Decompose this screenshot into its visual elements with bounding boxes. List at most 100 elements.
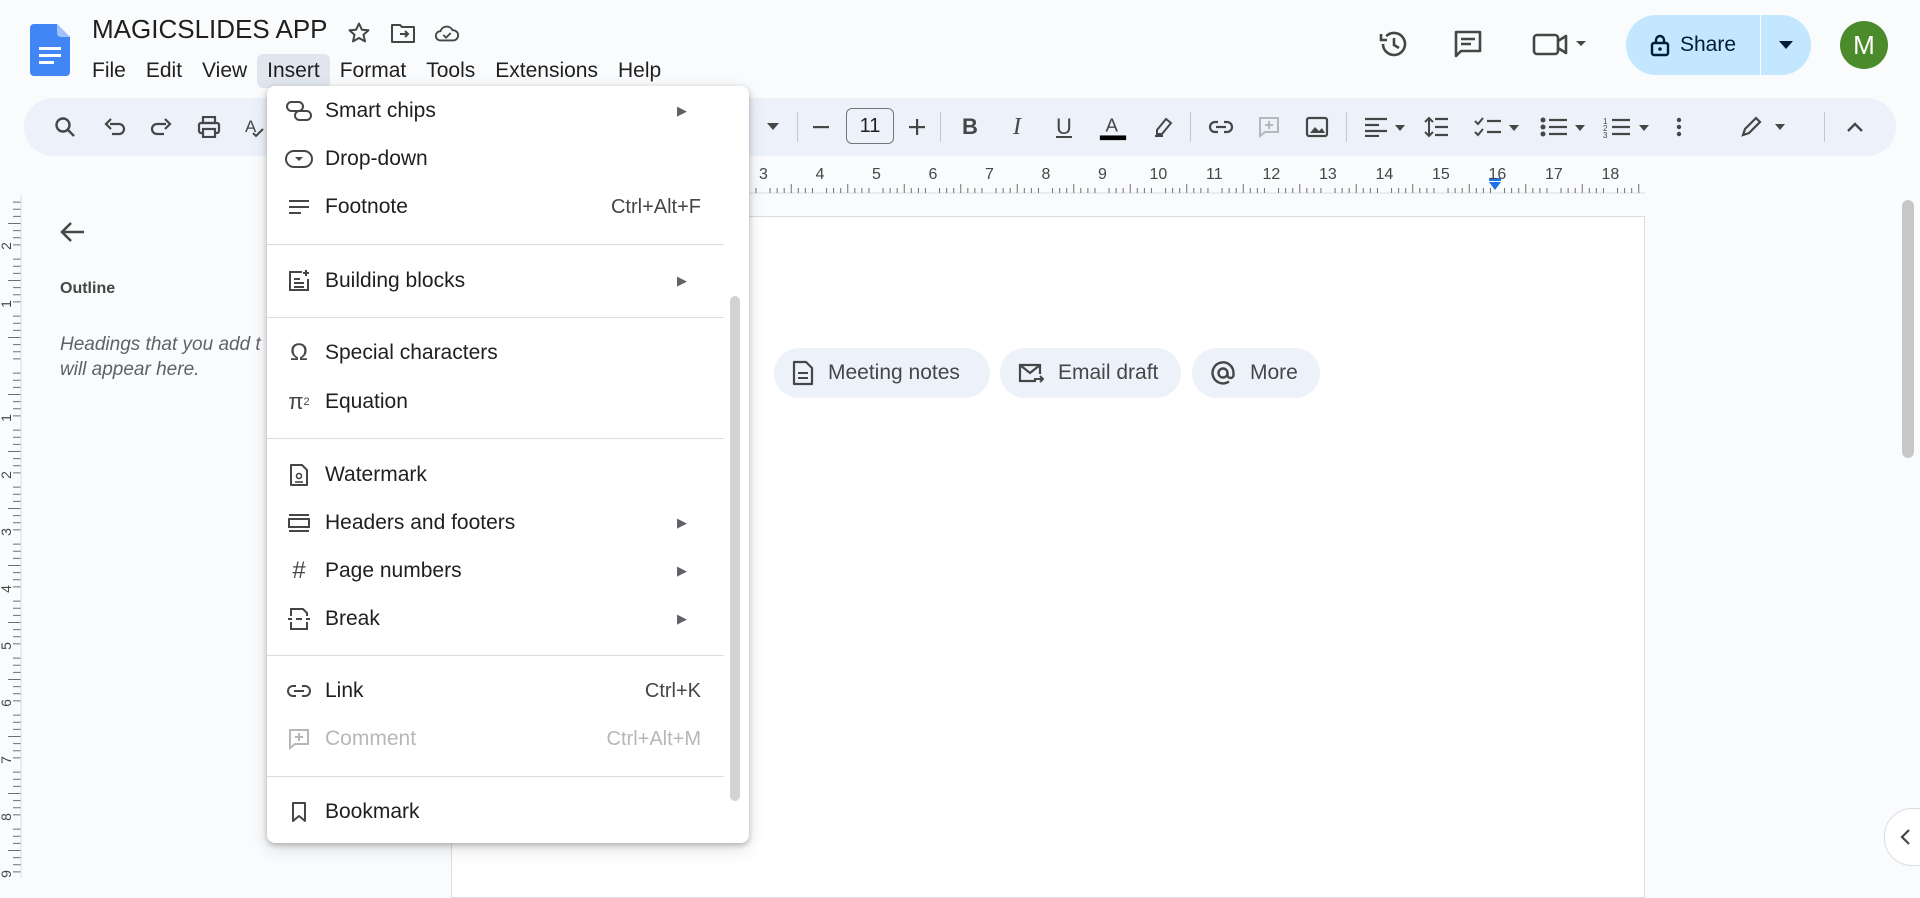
ruler-number: 8 — [1041, 166, 1051, 183]
smart-chips-icon — [285, 97, 313, 125]
numbered-list-icon[interactable]: 123 — [1602, 112, 1654, 142]
italic-icon[interactable]: I — [1002, 112, 1032, 142]
more-chip[interactable]: More — [1192, 348, 1320, 398]
chevron-left-icon — [1900, 829, 1910, 845]
highlight-color-icon[interactable] — [1148, 112, 1178, 142]
add-comment-toolbar-icon[interactable] — [1254, 112, 1284, 142]
vertical-ruler-number: 2 — [0, 471, 14, 479]
email-draft-chip[interactable]: Email draft — [1000, 348, 1181, 398]
vertical-ruler-number: 3 — [0, 528, 14, 536]
underline-icon[interactable]: U — [1049, 112, 1079, 142]
ruler-number: 16 — [1488, 166, 1507, 183]
dropdown-chip-icon — [285, 145, 313, 173]
menu-extensions[interactable]: Extensions — [485, 54, 608, 88]
document-scrollbar[interactable] — [1902, 200, 1914, 458]
line-spacing-icon[interactable] — [1422, 112, 1452, 142]
ruler-number: 15 — [1432, 166, 1450, 183]
increase-font-size-icon[interactable] — [902, 112, 932, 142]
bold-icon[interactable]: B — [955, 112, 985, 142]
meeting-notes-chip[interactable]: Meeting notes — [774, 348, 990, 398]
submenu-arrow-icon: ▶ — [677, 563, 687, 578]
editing-mode-icon[interactable] — [1738, 112, 1790, 142]
footnote-icon — [285, 193, 313, 221]
menu-edit[interactable]: Edit — [136, 54, 192, 88]
menu-item-comment[interactable]: Comment Ctrl+Alt+M — [267, 717, 729, 761]
vertical-ruler[interactable] — [0, 195, 22, 878]
star-icon[interactable] — [346, 20, 372, 46]
bookmark-icon — [285, 798, 313, 826]
more-options-icon[interactable] — [1664, 112, 1694, 142]
meet-icon[interactable] — [1528, 22, 1592, 66]
break-icon — [285, 605, 313, 633]
menu-help[interactable]: Help — [608, 54, 671, 88]
at-icon — [1211, 361, 1235, 385]
avatar[interactable]: M — [1840, 21, 1888, 69]
menu-file[interactable]: File — [82, 54, 136, 88]
ruler-number: 10 — [1149, 166, 1168, 183]
menu-tools[interactable]: Tools — [416, 54, 485, 88]
menu-item-break[interactable]: Break ▶ — [267, 597, 729, 641]
menu-format[interactable]: Format — [330, 54, 417, 88]
vertical-ruler-number: 1 — [0, 414, 14, 422]
ruler-number: 13 — [1319, 166, 1337, 183]
menu-item-bookmark[interactable]: Bookmark — [267, 790, 729, 834]
menu-scrollbar[interactable] — [730, 296, 740, 801]
vertical-ruler-number: 1 — [0, 300, 14, 308]
cloud-status-icon[interactable] — [434, 20, 460, 46]
version-history-icon[interactable] — [1372, 22, 1416, 66]
move-folder-icon[interactable] — [390, 20, 416, 46]
menu-item-drop-down[interactable]: Drop-down — [267, 137, 729, 181]
lock-icon — [1650, 34, 1670, 57]
svg-text:A: A — [245, 117, 257, 136]
side-panel-toggle[interactable] — [1884, 808, 1920, 866]
menu-item-footnote[interactable]: Footnote Ctrl+Alt+F — [267, 185, 729, 229]
font-dropdown-caret-icon[interactable] — [758, 112, 788, 142]
menu-view[interactable]: View — [192, 54, 257, 88]
checklist-icon[interactable] — [1472, 112, 1524, 142]
undo-icon[interactable] — [100, 112, 130, 142]
ruler-number: 7 — [985, 166, 994, 183]
menu-item-page-numbers[interactable]: # Page numbers ▶ — [267, 549, 729, 593]
comments-icon[interactable] — [1446, 22, 1490, 66]
bulleted-list-icon[interactable] — [1538, 112, 1590, 142]
close-outline-arrow-icon[interactable] — [58, 218, 86, 246]
insert-image-icon[interactable] — [1302, 112, 1332, 142]
submenu-arrow-icon: ▶ — [677, 273, 687, 288]
menu-item-smart-chips[interactable]: Smart chips ▶ — [267, 89, 729, 133]
hash-icon: # — [292, 557, 306, 584]
email-icon — [1018, 363, 1044, 383]
svg-text:3: 3 — [1603, 131, 1608, 138]
text-color-icon[interactable]: A — [1098, 112, 1128, 142]
vertical-ruler-number: 8 — [0, 813, 14, 821]
ruler-number: 12 — [1262, 166, 1281, 183]
submenu-arrow-icon: ▶ — [677, 103, 687, 118]
chip-label: Meeting notes — [828, 361, 960, 384]
menu-bar: File Edit View Insert Format Tools Exten… — [82, 54, 671, 88]
search-menus-icon[interactable] — [50, 112, 80, 142]
share-button[interactable]: Share — [1626, 15, 1760, 75]
font-size-input[interactable]: 11 — [846, 108, 894, 144]
svg-text:A: A — [1106, 115, 1119, 136]
menu-item-equation[interactable]: π2 Equation — [267, 380, 729, 424]
document-title[interactable]: MAGICSLIDES APP — [92, 14, 328, 45]
spellcheck-icon[interactable]: A — [240, 112, 270, 142]
decrease-font-size-icon[interactable] — [806, 112, 836, 142]
link-icon — [285, 677, 313, 705]
align-left-icon[interactable] — [1360, 112, 1410, 142]
docs-logo-icon[interactable] — [30, 24, 70, 76]
redo-icon[interactable] — [146, 112, 176, 142]
share-dropdown-icon[interactable] — [1761, 15, 1811, 75]
ruler-number: 9 — [1098, 166, 1107, 183]
document-icon — [792, 360, 814, 386]
menu-item-special-characters[interactable]: Ω Special characters — [267, 331, 729, 375]
menu-item-link[interactable]: Link Ctrl+K — [267, 669, 729, 713]
menu-item-building-blocks[interactable]: Building blocks ▶ — [267, 259, 729, 303]
menu-insert[interactable]: Insert — [257, 54, 330, 88]
insert-link-icon[interactable] — [1206, 112, 1236, 142]
print-icon[interactable] — [194, 112, 224, 142]
collapse-menus-icon[interactable] — [1840, 112, 1870, 142]
menu-item-headers-footers[interactable]: Headers and footers ▶ — [267, 501, 729, 545]
menu-item-watermark[interactable]: Watermark — [267, 453, 729, 497]
ruler-number: 4 — [815, 166, 825, 183]
pi-icon: π2 — [288, 389, 310, 414]
